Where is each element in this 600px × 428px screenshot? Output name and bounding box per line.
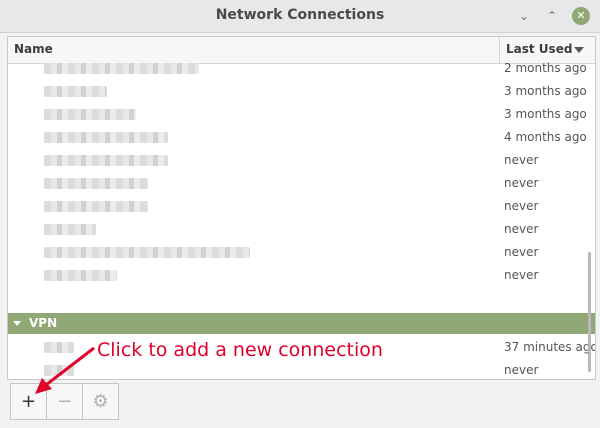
last-used-value: 4 months ago xyxy=(504,130,587,144)
last-used-value: never xyxy=(504,268,539,282)
last-used-value: never xyxy=(504,176,539,190)
list-item[interactable]: 3 months ago xyxy=(8,103,595,126)
redacted-connection-name xyxy=(44,155,168,166)
minimize-button[interactable]: ⌄ xyxy=(514,6,534,26)
window-title: Network Connections xyxy=(215,7,385,23)
redacted-connection-name xyxy=(44,178,148,189)
vertical-scrollbar[interactable] xyxy=(588,252,591,372)
redacted-connection-name xyxy=(44,132,168,143)
last-used-value: 37 minutes ago xyxy=(504,340,596,354)
connections-list[interactable]: Name Last Used 2 months ago 3 months ago… xyxy=(7,36,596,380)
list-item[interactable]: 3 months ago xyxy=(8,80,595,103)
redacted-connection-name xyxy=(44,270,117,281)
last-used-value: never xyxy=(504,222,539,236)
expand-arrow-icon[interactable] xyxy=(13,321,21,326)
last-used-value: 3 months ago xyxy=(504,84,587,98)
list-item[interactable]: never xyxy=(8,172,595,195)
last-used-value: never xyxy=(504,153,539,167)
maximize-button[interactable]: ⌃ xyxy=(542,6,562,26)
list-item[interactable]: never xyxy=(8,195,595,218)
redacted-connection-name xyxy=(44,86,107,97)
close-button[interactable]: ✕ xyxy=(572,7,590,25)
title-bar: Network Connections ⌄ ⌃ ✕ xyxy=(0,0,600,33)
redacted-connection-name xyxy=(44,247,250,258)
redacted-connection-name xyxy=(44,201,148,212)
list-item[interactable]: 4 months ago xyxy=(8,126,595,149)
annotation-text: Click to add a new connection xyxy=(97,339,383,361)
list-item[interactable]: 2 months ago xyxy=(8,57,595,80)
group-label: VPN xyxy=(29,316,58,330)
last-used-value: never xyxy=(504,199,539,213)
column-header-name[interactable]: Name xyxy=(14,42,53,56)
list-item[interactable]: never xyxy=(8,218,595,241)
list-item[interactable]: never xyxy=(8,241,595,264)
last-used-value: never xyxy=(504,363,539,377)
last-used-value: 3 months ago xyxy=(504,107,587,121)
last-used-value: 2 months ago xyxy=(504,61,587,75)
redacted-connection-name xyxy=(44,63,199,74)
annotation-arrow-icon xyxy=(35,346,95,394)
group-header-vpn[interactable]: VPN xyxy=(8,313,595,334)
redacted-connection-name xyxy=(44,224,96,235)
list-item[interactable]: never xyxy=(8,149,595,172)
sort-descending-icon[interactable] xyxy=(574,47,584,53)
column-header-last-used[interactable]: Last Used xyxy=(506,42,572,56)
annotation-arrow-shaft xyxy=(41,346,95,390)
last-used-value: never xyxy=(504,245,539,259)
redacted-connection-name xyxy=(44,109,136,120)
list-item[interactable]: never xyxy=(8,264,595,287)
